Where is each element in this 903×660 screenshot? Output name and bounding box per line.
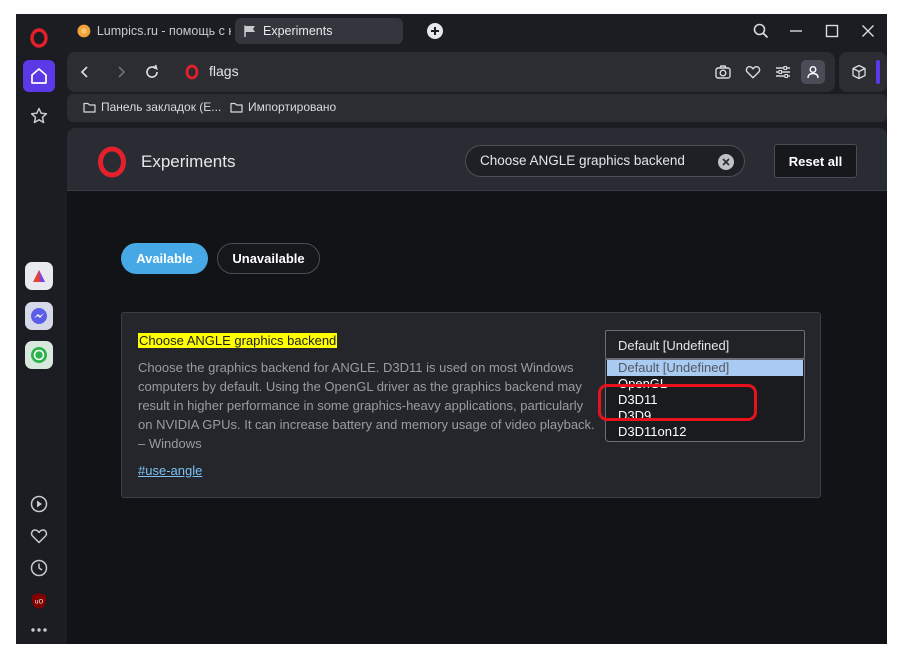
backend-select[interactable]: Default [Undefined] [605,330,805,359]
bookmark-heart-button[interactable] [741,60,765,84]
profile-button[interactable] [801,60,825,84]
sidebar-pinboard-button[interactable] [23,100,55,132]
ublock-icon: uO [32,593,46,609]
star-icon [30,107,48,124]
sidebar-player-button[interactable] [27,492,51,516]
opera-logo-icon [30,28,48,48]
url-text[interactable]: flags [209,63,239,79]
tab-experiments[interactable]: Experiments [235,18,403,44]
new-tab-button[interactable] [427,23,443,39]
bookmark-folder-imported[interactable]: Импортировано [230,100,336,114]
heart-icon [745,65,761,79]
bookmark-label: Панель закладок (E... [101,100,222,114]
close-icon [862,25,874,37]
settings-sliders-icon [776,66,790,78]
forward-button[interactable] [109,60,133,84]
search-input[interactable] [480,153,710,168]
whatsapp-icon [31,347,47,363]
extensions-area [839,52,887,92]
bookmark-label: Импортировано [248,100,337,114]
reload-button[interactable] [140,60,164,84]
opera-menu-button[interactable] [23,22,55,54]
sidebar-history-button[interactable] [27,556,51,580]
close-icon [722,158,730,166]
site-info-button[interactable] [180,60,204,84]
chevron-down-icon [782,341,794,348]
minimize-icon [790,30,802,32]
messenger-icon [31,308,47,324]
reload-icon [146,64,158,78]
lumpics-favicon-icon [77,24,91,38]
option-default[interactable]: Default [Undefined] [607,360,803,376]
experiments-header: Experiments Reset all [67,128,887,191]
experiment-permalink[interactable]: #use-angle [138,463,202,478]
bookmarks-bar: Панель закладок (E... Импортировано [67,94,887,122]
accent-bar [876,60,880,84]
extensions-button[interactable] [847,60,871,84]
home-icon [31,68,47,84]
tab-title: Experiments [263,24,333,38]
tab-bar: Lumpics.ru - помощь с ко Experiments [63,14,887,48]
sidebar-ublock-button[interactable]: uO [27,589,51,613]
heart-icon [30,529,48,544]
experiment-title: Choose ANGLE graphics backend [138,333,338,348]
player-icon [30,495,48,513]
page-title: Experiments [141,152,236,171]
sidebar-aria-button[interactable] [25,262,53,290]
tab-available[interactable]: Available [121,243,208,274]
cube-icon [852,64,866,80]
maximize-icon [825,24,839,38]
clock-icon [30,559,48,577]
folder-icon [230,102,243,113]
minimize-button[interactable] [779,18,813,44]
close-window-button[interactable] [851,18,885,44]
option-d3d11on12[interactable]: D3D11on12 [607,424,803,440]
snapshot-button[interactable] [711,60,735,84]
easy-setup-button[interactable] [771,60,795,84]
maximize-button[interactable] [815,18,849,44]
select-value: Default [Undefined] [618,338,730,353]
sidebar: uO [16,14,63,644]
flag-icon [244,25,255,37]
sidebar-more-button[interactable] [27,618,51,642]
tab-lumpics[interactable]: Lumpics.ru - помощь с ко [69,18,231,44]
clear-search-button[interactable] [718,154,734,170]
svg-text:uO: uO [35,599,44,606]
reset-all-button[interactable]: Reset all [774,144,857,178]
folder-icon [83,102,96,113]
sidebar-whatsapp-button[interactable] [25,341,53,369]
sidebar-messenger-button[interactable] [25,302,53,330]
page-content: Experiments Reset all Available Unavaila… [67,128,887,644]
tab-search-button[interactable] [744,18,778,44]
search-box [465,145,745,177]
back-arrow-icon [80,66,88,78]
more-dots-icon [31,628,47,632]
bookmark-folder-panel[interactable]: Панель закладок (E... [83,100,221,114]
tab-title: Lumpics.ru - помощь с ко [96,24,231,38]
search-icon [753,23,769,39]
plus-icon [431,27,439,35]
sidebar-home-button[interactable] [23,60,55,92]
camera-icon [715,65,731,79]
browser-window: uO Lumpics.ru - помощь с ко Experiments [16,14,887,644]
user-icon [807,66,819,79]
experiment-description: Choose the graphics backend for ANGLE. D… [138,360,595,451]
opera-logo-icon [185,64,199,80]
sidebar-favorites-button[interactable] [27,524,51,548]
back-button[interactable] [73,60,97,84]
aria-icon [33,270,45,282]
tab-unavailable[interactable]: Unavailable [217,243,320,274]
highlight-frame [598,384,757,421]
address-bar: flags [67,52,835,92]
opera-logo-icon [98,146,126,178]
forward-arrow-icon [118,66,126,78]
